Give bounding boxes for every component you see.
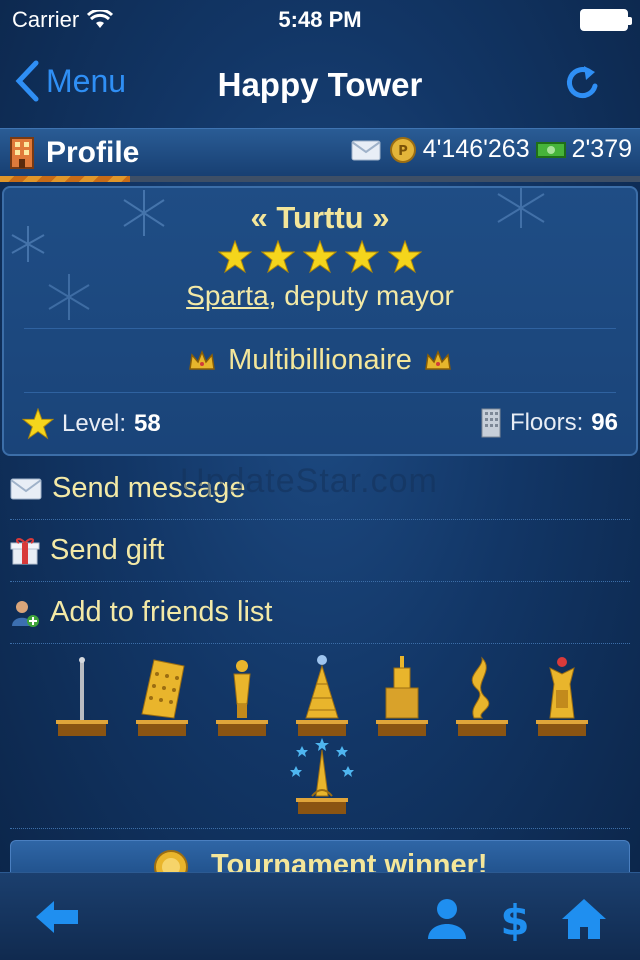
person-icon[interactable] (426, 897, 468, 939)
floors-value: 96 (591, 409, 618, 436)
level-stat: Level: 58 (22, 408, 161, 440)
mail-icon[interactable] (351, 138, 383, 162)
building-floors-icon (481, 408, 501, 438)
level-value: 58 (134, 410, 161, 437)
send-message-button[interactable]: Send message (10, 458, 630, 520)
profile-card: « Turttu » Sparta, deputy mayor Multibil… (2, 186, 638, 456)
level-label: Level: (62, 410, 127, 437)
battery-group (428, 9, 632, 31)
add-friend-label: Add to friends list (50, 596, 273, 628)
navigation-bar: Menu Happy Tower (0, 40, 640, 128)
star-icon (260, 239, 295, 274)
floors-stat: Floors: 96 (480, 408, 618, 438)
trophy-shelf (40, 650, 600, 820)
status-bar: Carrier 5:48 PM (0, 0, 640, 40)
profile-header: Profile P 4'146'263 2'379 (0, 128, 640, 182)
divider (10, 828, 630, 829)
envelope-icon (10, 478, 42, 499)
cone-tower-trophy-icon[interactable] (292, 654, 352, 744)
carrier-label: Carrier (12, 7, 80, 32)
wifi-icon (87, 10, 114, 28)
refresh-icon[interactable] (562, 62, 604, 104)
needle-trophy-icon[interactable] (52, 654, 112, 744)
clock: 5:48 PM (278, 7, 362, 32)
rating-stars (4, 239, 636, 279)
send-gift-button[interactable]: Send gift (10, 520, 630, 582)
wealth-status: Multibillionaire (4, 344, 636, 377)
crown-icon (189, 349, 215, 370)
coin-icon: P (389, 136, 416, 163)
app-screen: Carrier 5:48 PM Menu Happy Tower Profile… (0, 0, 640, 960)
twisted-tower-trophy-icon[interactable] (452, 654, 512, 744)
back-arrow-icon[interactable] (34, 897, 80, 937)
cash-value: 2'379 (571, 135, 632, 163)
profile-heading: Profile (0, 136, 139, 170)
city-link[interactable]: Sparta (186, 280, 269, 311)
currency-bar: P 4'146'263 2'379 (351, 135, 632, 164)
divider (24, 328, 616, 329)
header-stripe (0, 176, 640, 182)
coins-value: 4'146'263 (422, 135, 530, 163)
brick-trophy-icon[interactable] (132, 654, 192, 744)
building-icon (10, 136, 34, 169)
cash-icon (535, 141, 566, 158)
dollar-icon[interactable]: $ (500, 897, 530, 941)
chevron-left-icon (15, 60, 39, 102)
gift-icon (10, 537, 40, 564)
profile-title: Profile (46, 135, 140, 169)
add-friend-icon (12, 600, 39, 627)
battery-icon (580, 9, 632, 31)
eiffel-tower-trophy-icon[interactable] (290, 738, 354, 820)
star-icon (22, 408, 54, 440)
carrier-group: Carrier (12, 7, 212, 33)
player-role: Sparta, deputy mayor (4, 280, 636, 312)
statue-trophy-icon[interactable] (212, 654, 272, 744)
star-icon (217, 239, 253, 274)
star-icon (345, 239, 380, 274)
skyscraper-trophy-icon[interactable] (372, 654, 432, 744)
send-gift-label: Send gift (50, 534, 165, 566)
send-message-label: Send message (52, 472, 246, 504)
player-name: « Turttu » (250, 200, 390, 235)
temple-tower-trophy-icon[interactable] (532, 654, 592, 744)
home-icon[interactable] (560, 897, 608, 941)
role-text: , deputy mayor (268, 280, 454, 311)
star-icon (302, 239, 338, 274)
crown-icon (425, 349, 451, 370)
add-friend-button[interactable]: Add to friends list (10, 582, 630, 644)
svg-text:$: $ (500, 897, 529, 941)
menu-back-button[interactable]: Menu (14, 60, 126, 102)
floors-label: Floors: (509, 409, 584, 436)
svg-text:P: P (398, 144, 408, 159)
divider (24, 392, 616, 393)
wealth-status-label: Multibillionaire (228, 344, 412, 376)
star-icon (387, 239, 423, 274)
menu-back-label: Menu (46, 62, 127, 99)
tab-bar: $ (0, 872, 640, 960)
